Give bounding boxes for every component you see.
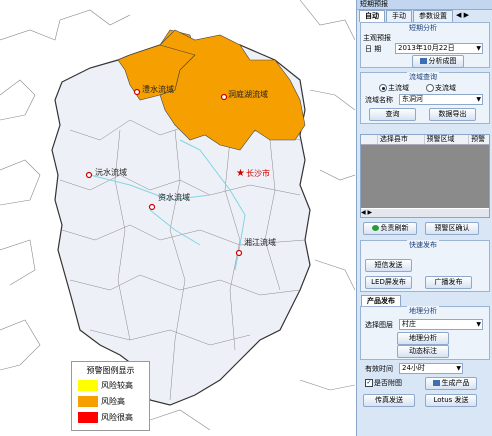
panel-title: 短期预报 <box>357 0 492 10</box>
subjective-forecast-label: 主观预报 <box>363 34 391 42</box>
basin-name-label: 流域名称 <box>365 96 393 104</box>
confirm-warning-button[interactable]: 预警区确认 <box>425 222 479 235</box>
attach-map-checkbox[interactable]: ✓ <box>365 379 373 387</box>
document-icon <box>432 380 440 386</box>
legend-label: 风险很高 <box>101 412 133 422</box>
city-label: 长沙市 <box>246 169 270 178</box>
legend-swatch-yellow <box>78 379 98 391</box>
layer-value: 村庄 <box>402 320 416 328</box>
map-view[interactable]: ★ 澧水流域 洞庭湖流域 沅水流域 资水流域 湘江流域 长沙市 预警图例显示 风… <box>0 0 355 436</box>
forecast-panel: 短期预报 自动 手动 参数设置 ◀ ▶ 短期分析 主观预报 日 期 2013年1… <box>356 0 492 436</box>
chevron-down-icon: ▼ <box>476 321 481 328</box>
lotus-send-button[interactable]: Lotus 发送 <box>425 394 477 407</box>
map-icon <box>419 58 427 64</box>
refresh-label: 负责刷新 <box>380 224 409 232</box>
table-header-warn: 预警 <box>471 135 486 143</box>
date-picker[interactable]: 2013年10月22日 ▼ <box>395 43 483 54</box>
chevron-down-icon: ▼ <box>476 96 481 103</box>
legend-label: 风险高 <box>101 396 125 406</box>
led-release-button[interactable]: LED屏发布 <box>365 276 412 289</box>
legend-title: 预警图例显示 <box>86 366 135 375</box>
main-basin-label: 主流域 <box>388 84 409 92</box>
warning-table[interactable]: 选择县市 预警区域 预警 ◀ ▶ <box>360 134 490 218</box>
sub-basin-radio[interactable] <box>426 84 434 92</box>
basin-label-zishui: 资水流域 <box>158 193 190 202</box>
date-value: 2013年10月22日 <box>398 44 455 52</box>
dynamic-label-button[interactable]: 动态标注 <box>397 345 449 358</box>
quick-release-title: 快速发布 <box>407 240 439 250</box>
broadcast-release-button[interactable]: 广播发布 <box>425 276 472 289</box>
map-canvas: ★ <box>0 0 355 431</box>
query-button[interactable]: 查询 <box>369 108 416 121</box>
legend: 预警图例显示 风险较高 风险高 风险很高 <box>71 361 150 431</box>
layer-select[interactable]: 村庄 ▼ <box>399 319 483 330</box>
generate-product-label: 生成产品 <box>441 379 470 387</box>
valid-time-select[interactable]: 24小时 ▼ <box>399 363 463 374</box>
main-basin-radio[interactable] <box>379 84 387 92</box>
valid-time-label: 有效时间 <box>365 365 393 373</box>
basin-label-dongting: 洞庭湖流域 <box>228 90 268 99</box>
table-header-county: 选择县市 <box>378 135 425 144</box>
horizontal-scrollbar[interactable]: ◀ ▶ <box>361 209 489 217</box>
generate-product-button[interactable]: 生成产品 <box>425 377 477 390</box>
tab-settings[interactable]: 参数设置 <box>413 10 453 22</box>
basin-query-title: 流域查询 <box>407 72 439 82</box>
basin-label-lishui: 澧水流域 <box>142 85 174 94</box>
analyze-map-label: 分析成图 <box>428 57 457 65</box>
table-body <box>361 145 489 208</box>
chevron-down-icon: ▼ <box>476 45 481 52</box>
valid-time-value: 24小时 <box>402 364 425 372</box>
legend-swatch-red <box>78 411 98 423</box>
basin-label-yuanshui: 沅水流域 <box>95 168 127 177</box>
city-star-icon: ★ <box>236 168 245 179</box>
refresh-icon <box>371 225 379 231</box>
legend-item: 风险很高 <box>78 411 133 423</box>
date-label: 日 期 <box>365 45 382 53</box>
sms-send-button[interactable]: 短信发送 <box>365 259 412 272</box>
export-button[interactable]: 数据导出 <box>429 108 476 121</box>
fax-send-button[interactable]: 传真发送 <box>363 394 415 407</box>
analyze-map-button[interactable]: 分析成图 <box>412 55 464 68</box>
refresh-button[interactable]: 负责刷新 <box>363 222 417 235</box>
tab-auto[interactable]: 自动 <box>359 10 385 22</box>
tab-bar: 自动 手动 参数设置 ◀ ▶ <box>359 10 491 22</box>
sub-basin-label: 支流域 <box>435 84 456 92</box>
legend-item: 风险高 <box>78 395 125 407</box>
chevron-down-icon: ▼ <box>456 365 461 372</box>
table-header: 选择县市 预警区域 预警 <box>361 135 489 145</box>
tab-scroll-arrows[interactable]: ◀ ▶ <box>456 10 469 21</box>
geo-analysis-button[interactable]: 地理分析 <box>397 332 449 345</box>
tab-manual[interactable]: 手动 <box>386 10 412 22</box>
legend-item: 风险较高 <box>78 379 133 391</box>
table-header-area: 预警区域 <box>425 135 470 144</box>
attach-map-label: 是否附图 <box>374 379 402 387</box>
short-analysis-title: 短期分析 <box>407 23 439 33</box>
basin-name-value: 东洞河 <box>402 95 423 103</box>
legend-label: 风险较高 <box>101 380 133 390</box>
basin-name-select[interactable]: 东洞河 ▼ <box>399 94 483 105</box>
layer-label: 选择图层 <box>365 321 393 329</box>
legend-swatch-orange <box>78 395 98 407</box>
table-header-check <box>361 135 378 144</box>
basin-label-xiangjiang: 湘江流域 <box>244 238 276 247</box>
geo-analysis-title: 地理分析 <box>407 306 439 316</box>
